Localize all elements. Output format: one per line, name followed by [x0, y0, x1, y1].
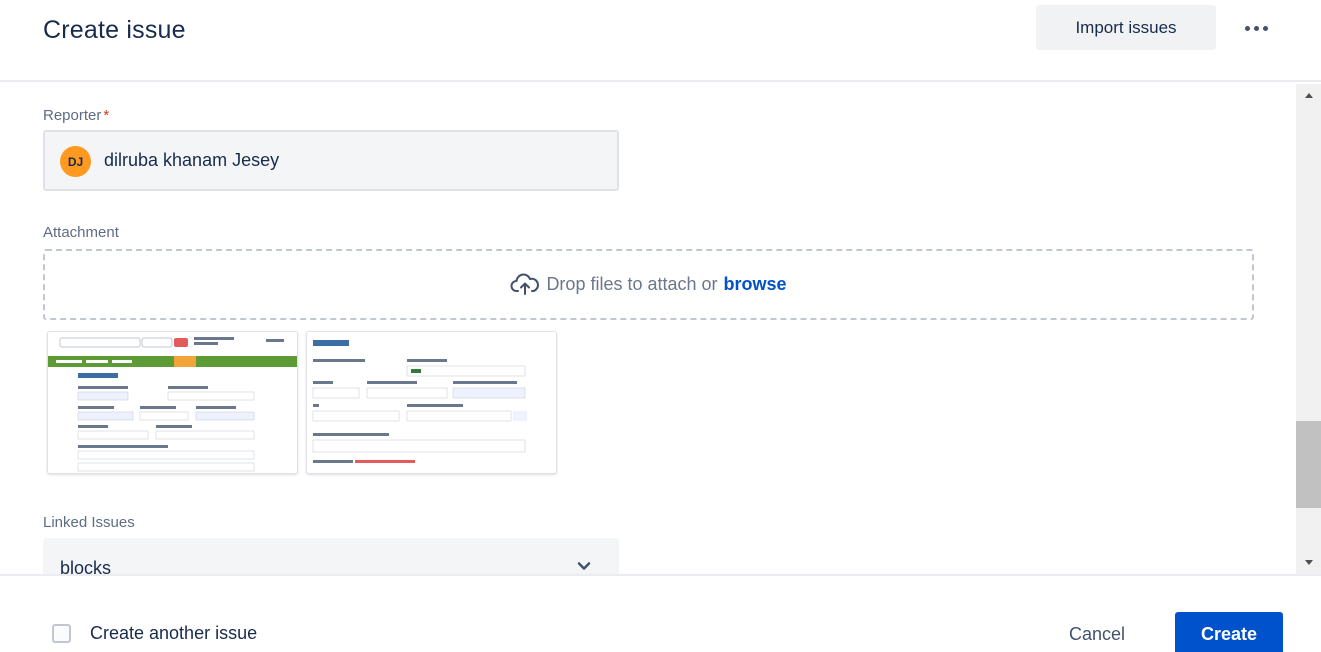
more-horizontal-icon: [1244, 25, 1250, 31]
thumbnail-preview-image: [48, 332, 297, 473]
cloud-upload-icon: [511, 273, 540, 295]
attachment-thumbnail[interactable]: [306, 331, 557, 474]
create-another-checkbox[interactable]: [52, 624, 71, 643]
attachment-dropzone[interactable]: Drop files to attach or browse: [43, 249, 1254, 320]
scroll-down-arrow[interactable]: [1296, 552, 1321, 574]
chevron-down-icon: [577, 562, 591, 570]
reporter-value: dilruba khanam Jesey: [104, 150, 280, 170]
attachment-thumbnail[interactable]: [47, 331, 298, 474]
triangle-down-icon: [1304, 560, 1313, 565]
more-dot: [1262, 25, 1268, 31]
scrollbar-thumb[interactable]: [1296, 421, 1321, 508]
attachment-label: Attachment: [43, 224, 119, 241]
triangle-up-icon: [1304, 93, 1313, 98]
reporter-label: Reporter *: [43, 107, 109, 124]
linked-issues-label: Linked Issues: [43, 514, 135, 531]
reporter-select[interactable]: DJ dilruba khanam Jesey: [43, 130, 619, 191]
drop-text: Drop files to attach or: [546, 274, 718, 294]
linked-issues-select[interactable]: blocks: [43, 538, 619, 574]
more-actions-button[interactable]: [1228, 10, 1284, 46]
modal-footer: Create another issue Cancel Create: [0, 574, 1321, 652]
create-button[interactable]: Create: [1175, 612, 1283, 652]
import-issues-button[interactable]: Import issues: [1036, 5, 1216, 50]
scroll-up-arrow[interactable]: [1296, 84, 1321, 106]
page-title: Create issue: [43, 16, 186, 44]
required-marker: *: [103, 107, 110, 124]
linked-issues-value: blocks: [60, 558, 112, 574]
form-scrollbar[interactable]: [1296, 84, 1321, 574]
more-dot: [1253, 25, 1259, 31]
avatar: DJ: [60, 146, 91, 177]
browse-link[interactable]: browse: [724, 274, 787, 295]
cancel-button[interactable]: Cancel: [1052, 612, 1142, 652]
thumbnail-preview-image: [307, 332, 556, 473]
form-scroll-area[interactable]: Reporter * DJ dilruba khanam Jesey Attach…: [0, 84, 1296, 574]
reporter-label-text: Reporter: [43, 107, 102, 124]
create-another-label[interactable]: Create another issue: [90, 623, 257, 644]
modal-header: Create issue Import issues: [0, 0, 1321, 82]
